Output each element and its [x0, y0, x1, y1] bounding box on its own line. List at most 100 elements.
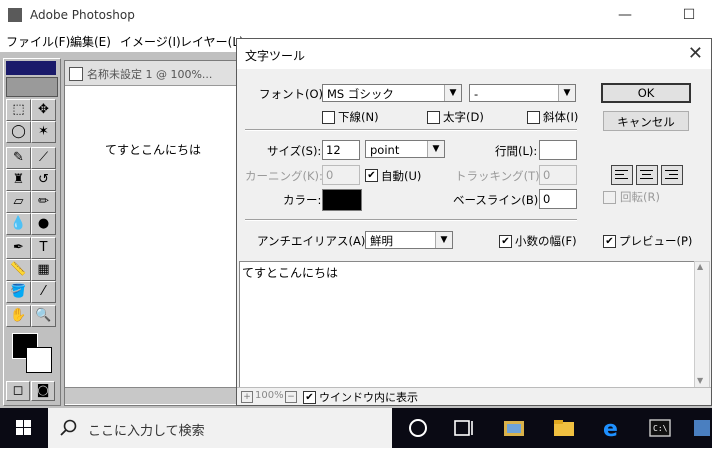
align-left-icon[interactable] [611, 165, 633, 185]
baseline-input[interactable]: 0 [539, 189, 577, 209]
text-input-area[interactable]: てすとこんにちは [239, 261, 695, 389]
standard-mode-icon[interactable]: ◻ [6, 381, 30, 401]
font-value: MS ゴシック [327, 87, 394, 101]
app-title-bar: Adobe Photoshop — ☐ [0, 0, 712, 30]
airbrush-tool-icon[interactable]: ✎ [6, 147, 31, 169]
bold-checkbox[interactable] [427, 111, 440, 124]
stamp-tool-icon[interactable]: ♜ [6, 169, 31, 191]
close-icon[interactable]: ✕ [688, 43, 703, 64]
quickmask-mode-icon[interactable]: ◙ [31, 381, 55, 401]
menu-layer[interactable]: レイヤー(L) [180, 33, 244, 50]
photos-app-icon[interactable] [502, 416, 526, 440]
marquee-tool-icon[interactable]: ⬚ [6, 99, 31, 121]
preview-checkbox[interactable]: ✔ [603, 235, 616, 248]
chevron-down-icon: ▼ [427, 141, 444, 157]
eye-logo-icon [6, 77, 58, 97]
rotate-checkbox [603, 191, 616, 204]
fractional-width-checkbox[interactable]: ✔ [499, 235, 512, 248]
font-select[interactable]: MS ゴシック ▼ [322, 84, 462, 102]
svg-text:C:\: C:\ [653, 424, 668, 433]
document-title-bar: 名称未設定 1 @ 100%... [65, 61, 251, 86]
underline-checkbox[interactable] [322, 111, 335, 124]
auto-kerning-checkbox[interactable]: ✔ [365, 169, 378, 182]
paintbrush-tool-icon[interactable]: ⟋ [31, 147, 56, 169]
eyedropper-tool-icon[interactable]: ⁄ [31, 281, 56, 303]
canvas-text: てすとこんにちは [105, 143, 202, 157]
app-title: Adobe Photoshop [30, 8, 135, 22]
paint-bucket-tool-icon[interactable]: 🪣 [6, 281, 31, 303]
app-icon[interactable] [692, 416, 712, 440]
rotate-label: 回転(R) [620, 190, 660, 204]
zoom-out-icon[interactable]: − [285, 391, 297, 403]
ok-button[interactable]: OK [601, 83, 691, 103]
burn-tool-icon[interactable]: ● [31, 213, 56, 235]
terminal-icon[interactable]: C:\ [648, 416, 672, 440]
chevron-down-icon: ▼ [435, 232, 452, 248]
underline-label: 下線(N) [338, 110, 379, 124]
maximize-button[interactable]: ☐ [674, 6, 704, 24]
size-input[interactable]: 12 [322, 140, 360, 160]
file-explorer-icon[interactable] [552, 416, 576, 440]
color-label: カラー: [283, 193, 322, 207]
color-swatch[interactable] [322, 189, 362, 211]
zoom-in-icon[interactable]: + [241, 391, 253, 403]
cancel-button[interactable]: キャンセル [603, 111, 689, 131]
zoom-tool-icon[interactable]: 🔍 [31, 305, 56, 327]
font-style-value: - [474, 87, 479, 101]
toolbox: ⬚ ✥ ◯ ✶ ✎ ⟋ ♜ ↺ ▱ ✏ 💧 ● ✒ T 📏 ▦ 🪣 ⁄ ✋ 🔍 … [3, 58, 61, 406]
separator [245, 219, 577, 221]
toolbox-header [6, 61, 56, 75]
edge-browser-icon[interactable]: e [600, 416, 624, 440]
background-color-swatch[interactable] [26, 347, 52, 373]
chevron-down-icon: ▼ [558, 85, 575, 101]
preview-label: プレビュー(P) [619, 234, 693, 248]
scroll-down-icon[interactable]: ▼ [697, 376, 703, 385]
text-content: てすとこんにちは [242, 266, 339, 280]
blur-tool-icon[interactable]: 💧 [6, 213, 31, 235]
eraser-tool-icon[interactable]: ▱ [6, 191, 31, 213]
hand-tool-icon[interactable]: ✋ [6, 305, 31, 327]
leading-label: 行間(L): [495, 144, 538, 158]
font-style-select[interactable]: - ▼ [469, 84, 576, 102]
dialog-title: 文字ツール [245, 49, 306, 63]
document-horizontal-scrollbar[interactable] [65, 387, 251, 404]
cortana-icon[interactable] [406, 416, 430, 440]
size-unit-value: point [370, 143, 400, 157]
menu-file[interactable]: ファイル(F) [6, 33, 70, 50]
font-label: フォント(O): [259, 87, 327, 101]
gradient-tool-icon[interactable]: ▦ [31, 259, 56, 281]
align-center-icon[interactable] [636, 165, 658, 185]
fractional-width-label: 小数の幅(F) [515, 234, 577, 248]
search-icon [60, 419, 77, 436]
zoom-value: 100% [255, 390, 284, 401]
italic-checkbox[interactable] [527, 111, 540, 124]
menu-edit[interactable]: 編集(E) [70, 33, 111, 50]
dialog-title-bar: 文字ツール ✕ [237, 39, 711, 69]
text-vertical-scrollbar[interactable]: ▲ ▼ [694, 261, 710, 389]
antialias-select[interactable]: 鮮明 ▼ [365, 231, 453, 249]
move-tool-icon[interactable]: ✥ [31, 99, 56, 121]
document-title: 名称未設定 1 @ 100%... [87, 68, 213, 81]
menu-image[interactable]: イメージ(I) [120, 33, 181, 50]
start-button[interactable] [0, 408, 48, 448]
leading-input[interactable] [539, 140, 577, 160]
bold-label: 太字(D) [443, 110, 484, 124]
fit-in-window-checkbox[interactable]: ✔ [303, 391, 316, 404]
magic-wand-tool-icon[interactable]: ✶ [31, 121, 56, 143]
size-unit-select[interactable]: point ▼ [365, 140, 445, 158]
type-tool-dialog: 文字ツール ✕ フォント(O): MS ゴシック ▼ - ▼ 下線(N) 太字(… [236, 38, 712, 406]
history-brush-tool-icon[interactable]: ↺ [31, 169, 56, 191]
task-view-icon[interactable] [452, 416, 476, 440]
lasso-tool-icon[interactable]: ◯ [6, 121, 31, 143]
chevron-down-icon: ▼ [444, 85, 461, 101]
pencil-tool-icon[interactable]: ✏ [31, 191, 56, 213]
photoshop-app-icon [8, 8, 22, 22]
minimize-button[interactable]: — [610, 6, 640, 24]
align-right-icon[interactable] [661, 165, 683, 185]
pen-tool-icon[interactable]: ✒ [6, 237, 31, 259]
svg-text:e: e [603, 417, 618, 440]
scroll-up-icon[interactable]: ▲ [697, 262, 703, 271]
measure-tool-icon[interactable]: 📏 [6, 259, 31, 281]
type-tool-icon[interactable]: T [31, 237, 56, 259]
taskbar-search-box[interactable]: ここに入力して検索 [48, 408, 392, 448]
